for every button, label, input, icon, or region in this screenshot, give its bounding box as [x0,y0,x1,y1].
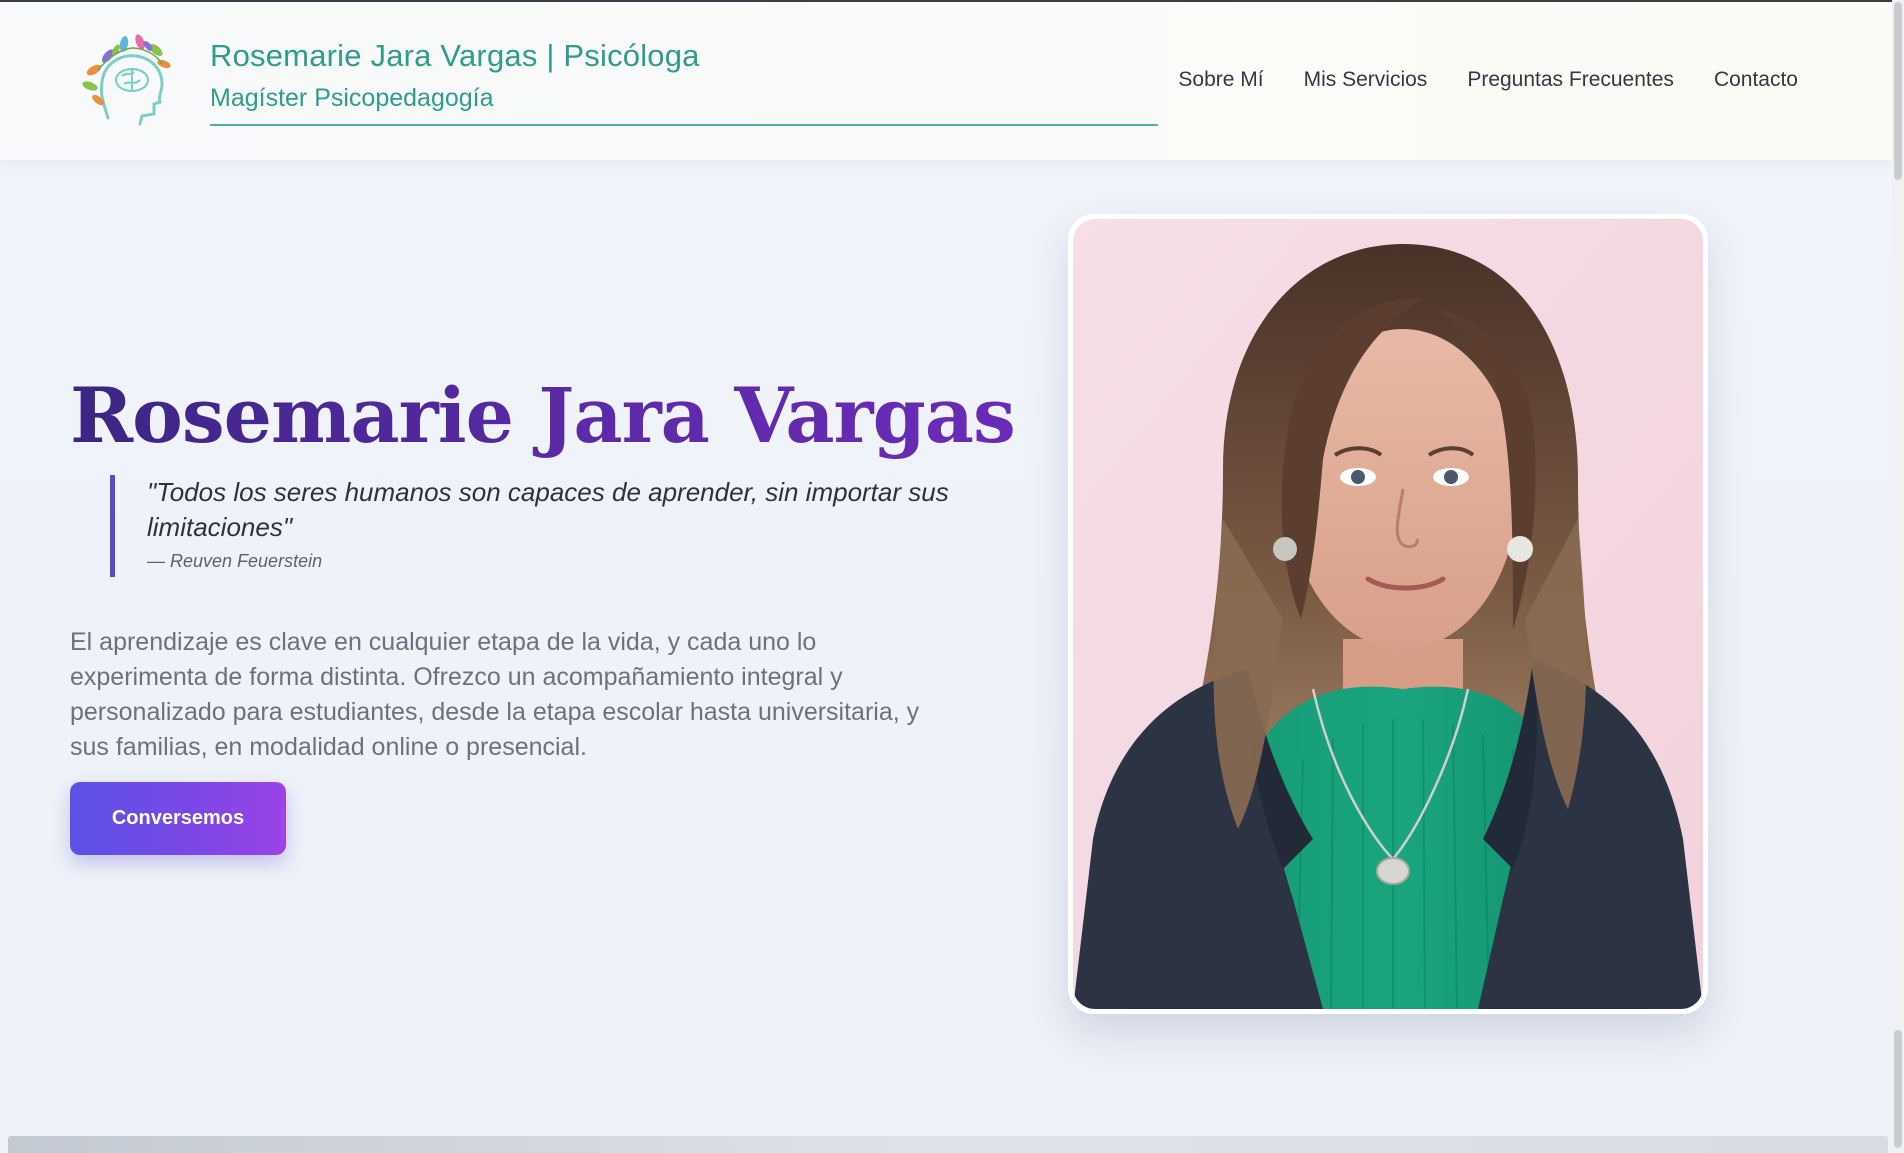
hero-heading: Rosemarie Jara Vargas [70,370,1016,460]
nav-link-mis-servicios[interactable]: Mis Servicios [1304,68,1428,92]
portrait-photo [1073,219,1703,1009]
quote-author: — Reuven Feuerstein [147,551,323,571]
quote-text: "Todos los seres humanos son capaces de … [147,477,949,542]
brand-divider [210,124,1158,126]
main-nav: Sobre Mí Mis Servicios Preguntas Frecuen… [1178,68,1798,92]
hero-quote: "Todos los seres humanos son capaces de … [110,475,950,577]
horizontal-scrollbar[interactable] [8,1136,1888,1153]
scrollbar-thumb[interactable] [1894,2,1902,180]
brand-title[interactable]: Rosemarie Jara Vargas | Psicóloga [210,38,700,74]
vertical-scrollbar[interactable] [1892,0,1904,1153]
hero-description: El aprendizaje es clave en cualquier eta… [70,628,920,761]
site-header: Rosemarie Jara Vargas | Psicóloga Magíst… [0,2,1892,160]
nav-link-preguntas-frecuentes[interactable]: Preguntas Frecuentes [1467,68,1674,92]
scrollbar-thumb-secondary[interactable] [1894,1030,1902,1148]
page: Rosemarie Jara Vargas | Psicóloga Magíst… [0,0,1904,1153]
conversemos-button[interactable]: Conversemos [70,782,286,855]
nav-link-contacto[interactable]: Contacto [1714,68,1798,92]
brand-subtitle: Magíster Psicopedagogía [210,84,494,112]
portrait-card [1068,214,1708,1014]
brand-logo-icon[interactable] [78,30,176,128]
nav-link-sobre-mi[interactable]: Sobre Mí [1178,68,1263,92]
